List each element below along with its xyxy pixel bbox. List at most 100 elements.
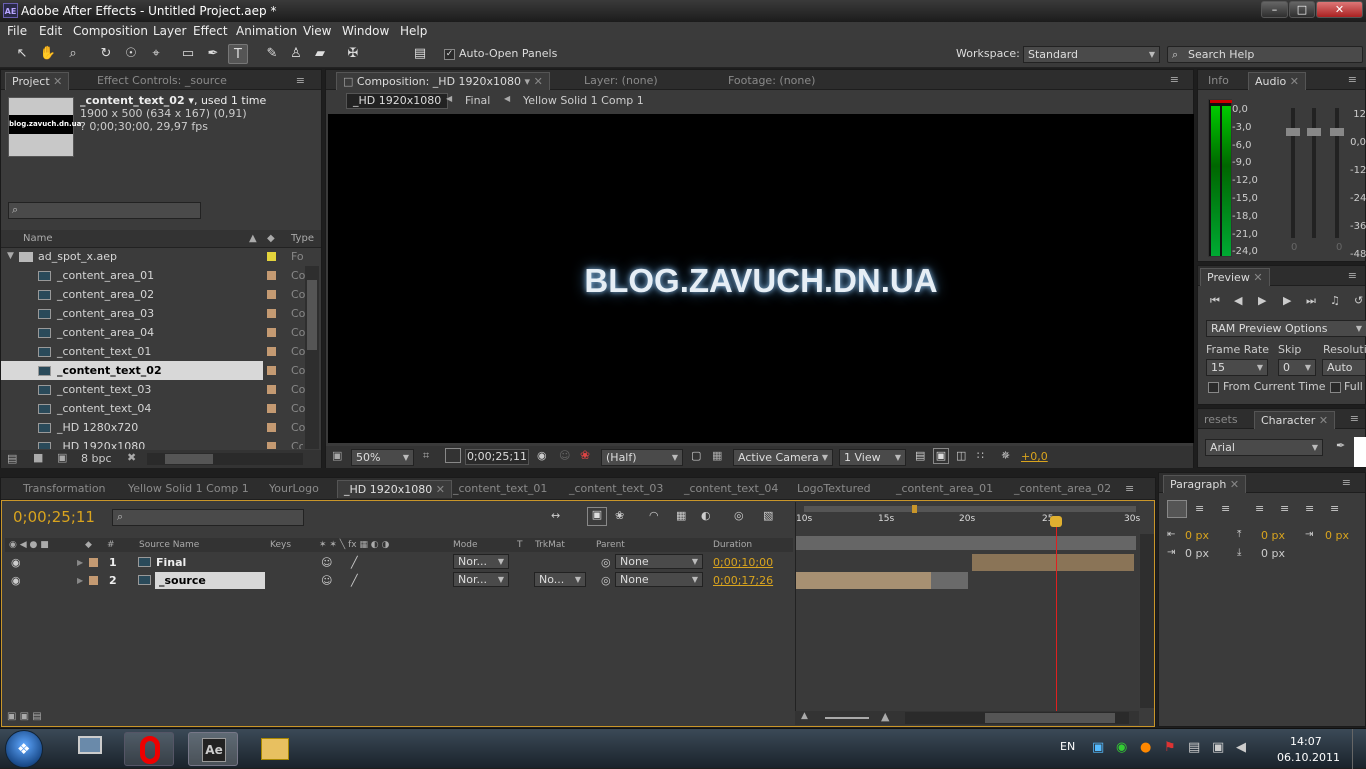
timeline-footer-icons[interactable]: ▣ ▣ ▤: [7, 711, 42, 722]
menu-animation[interactable]: Animation: [236, 22, 297, 40]
layer-bar-final[interactable]: [972, 554, 1134, 571]
last-frame-icon[interactable]: ⏭: [1306, 294, 1316, 308]
snapshot-icon[interactable]: ◉: [537, 449, 547, 462]
menu-window[interactable]: Window: [342, 22, 389, 40]
tab-audio[interactable]: Audio ✕: [1248, 72, 1306, 90]
audio-slider-handle[interactable]: [1286, 128, 1300, 136]
list-item[interactable]: _HD 1920x1080 Co: [1, 437, 303, 449]
quality-switch-icon[interactable]: ╱: [351, 554, 358, 571]
comp-mini-flowchart-icon[interactable]: ↔: [551, 509, 560, 522]
menu-effect[interactable]: Effect: [193, 22, 228, 40]
tab-transformation[interactable]: Transformation: [17, 480, 112, 498]
justify-last-right-icon[interactable]: ≡: [1305, 502, 1314, 515]
timeline-icon[interactable]: ◫: [956, 449, 966, 462]
timeline-hscroll[interactable]: [905, 712, 1129, 724]
font-family-select[interactable]: Arial ▼: [1205, 439, 1323, 456]
col-type[interactable]: Type: [291, 230, 314, 248]
skip-select[interactable]: 0 ▼: [1278, 359, 1316, 376]
pickwhip-icon[interactable]: ◎: [601, 572, 611, 589]
label-swatch[interactable]: [89, 576, 98, 585]
col-mode[interactable]: Mode: [453, 538, 478, 552]
align-right-icon[interactable]: ≡: [1221, 502, 1230, 515]
interpret-footage-icon[interactable]: ▤: [7, 452, 17, 465]
tab-hd-1920x1080[interactable]: _HD 1920x1080 ✕: [337, 480, 452, 498]
tab-character[interactable]: Character ✕: [1254, 411, 1336, 429]
menu-file[interactable]: File: [7, 22, 27, 40]
close-button[interactable]: ✕: [1316, 1, 1363, 18]
menu-view[interactable]: View: [303, 22, 331, 40]
tab-presets[interactable]: resets: [1198, 411, 1244, 429]
panel-menu-icon[interactable]: ≡: [296, 74, 305, 87]
tab-paragraph[interactable]: Paragraph ✕: [1163, 475, 1247, 493]
resolution-select[interactable]: Auto: [1322, 359, 1366, 376]
tab-content-text-03[interactable]: _content_text_03: [563, 480, 669, 498]
language-indicator[interactable]: EN: [1060, 740, 1075, 753]
breadcrumb-yellow-solid[interactable]: Yellow Solid 1 Comp 1: [523, 94, 644, 107]
tray-volume-icon[interactable]: ◀: [1236, 740, 1246, 755]
col-source-name[interactable]: Source Name: [139, 538, 199, 552]
tray-action-center-icon[interactable]: ▤: [1188, 740, 1200, 755]
audio-slider-handle[interactable]: [1330, 128, 1344, 136]
audio-slider-handle[interactable]: [1307, 128, 1321, 136]
timeline-search-input[interactable]: ⌕: [112, 509, 304, 526]
pan-behind-tool-icon[interactable]: ⌖: [146, 44, 166, 64]
zoom-in-icon[interactable]: ▲: [881, 710, 889, 723]
tab-layer[interactable]: Layer: (none): [578, 72, 664, 90]
taskbar-opera-icon[interactable]: [124, 732, 174, 766]
layer-parent-select[interactable]: None ▼: [615, 572, 703, 587]
align-center-icon[interactable]: ≡: [1195, 502, 1204, 515]
menu-composition[interactable]: Composition: [73, 22, 148, 40]
layer-duration[interactable]: 0;00;10;00: [713, 554, 773, 571]
tab-yellow-solid-comp[interactable]: Yellow Solid 1 Comp 1: [122, 480, 255, 498]
pickwhip-icon[interactable]: ◎: [601, 554, 611, 571]
frame-blending-icon[interactable]: ▦: [676, 509, 686, 522]
panel-menu-icon[interactable]: ≡: [1170, 73, 1179, 86]
layer-parent-select[interactable]: None ▼: [615, 554, 703, 569]
tab-content-area-01[interactable]: _content_area_01: [890, 480, 999, 498]
breadcrumb-final[interactable]: Final: [465, 94, 490, 107]
project-hscrollbar[interactable]: [147, 453, 303, 465]
indent-left-value[interactable]: 0 px: [1185, 529, 1209, 542]
always-preview-icon[interactable]: ▣: [332, 449, 342, 462]
taskbar-computer-icon[interactable]: [64, 732, 114, 766]
layer-mode-select[interactable]: Nor... ▼: [453, 554, 509, 569]
list-item[interactable]: _content_area_03 Co: [1, 304, 305, 323]
zoom-slider[interactable]: [825, 717, 869, 719]
menu-layer[interactable]: Layer: [153, 22, 186, 40]
layer-duration[interactable]: 0;00;17;26: [713, 572, 773, 589]
breadcrumb-current[interactable]: _HD 1920x1080: [346, 93, 449, 109]
col-trkmat[interactable]: TrkMat: [535, 538, 565, 552]
search-help-field[interactable]: ⌕ Search Help: [1167, 46, 1363, 63]
panel-menu-icon[interactable]: ≡: [1348, 269, 1357, 282]
playhead-handle[interactable]: [1050, 516, 1062, 527]
tray-app-icon[interactable]: ●: [1140, 740, 1151, 755]
layer-name[interactable]: _source: [155, 572, 265, 589]
start-button[interactable]: ❖: [5, 730, 43, 768]
tab-info[interactable]: Info: [1202, 72, 1235, 90]
panel-toggle-icon[interactable]: ▤: [410, 44, 430, 64]
tray-utorrent-icon[interactable]: ◉: [1116, 740, 1127, 755]
bit-depth-button[interactable]: 8 bpc: [81, 452, 112, 465]
minimize-button[interactable]: –: [1261, 1, 1288, 18]
project-search-input[interactable]: ⌕: [8, 202, 201, 219]
tray-flag-icon[interactable]: ⚑: [1164, 740, 1176, 755]
safe-zones-icon[interactable]: [445, 448, 461, 463]
from-current-time-checkbox[interactable]: [1208, 382, 1219, 393]
time-ruler[interactable]: 10s 15s 20s 25s 30s: [796, 514, 1140, 532]
toggle-pixel-aspect-icon[interactable]: ▤: [915, 449, 925, 462]
zoom-tool-icon[interactable]: ⌕: [63, 44, 83, 64]
tray-monitor-icon[interactable]: ▣: [1212, 740, 1224, 755]
item-name[interactable]: _content_text_02 ▾: [80, 94, 194, 107]
col-keys[interactable]: Keys: [270, 538, 291, 552]
col-duration[interactable]: Duration: [713, 538, 752, 552]
menu-help[interactable]: Help: [400, 22, 427, 40]
rectangle-tool-icon[interactable]: ▭: [178, 44, 198, 64]
list-item[interactable]: _content_text_03 Co: [1, 380, 305, 399]
layer-row-source[interactable]: ◉ ▶ 2 _source ☺ ╱ Nor... ▼ No... ▼ ◎ None ▼…: [5, 572, 795, 589]
composition-viewer[interactable]: BLOG.ZAVUCH.DN.UA: [328, 114, 1194, 443]
new-composition-icon[interactable]: ▣: [57, 451, 67, 464]
work-area-bar[interactable]: [804, 505, 1136, 513]
list-item-selected[interactable]: _content_text_02 Co: [1, 361, 305, 380]
scroll-thumb[interactable]: [985, 713, 1115, 723]
space-after-value[interactable]: 0 px: [1261, 547, 1285, 560]
